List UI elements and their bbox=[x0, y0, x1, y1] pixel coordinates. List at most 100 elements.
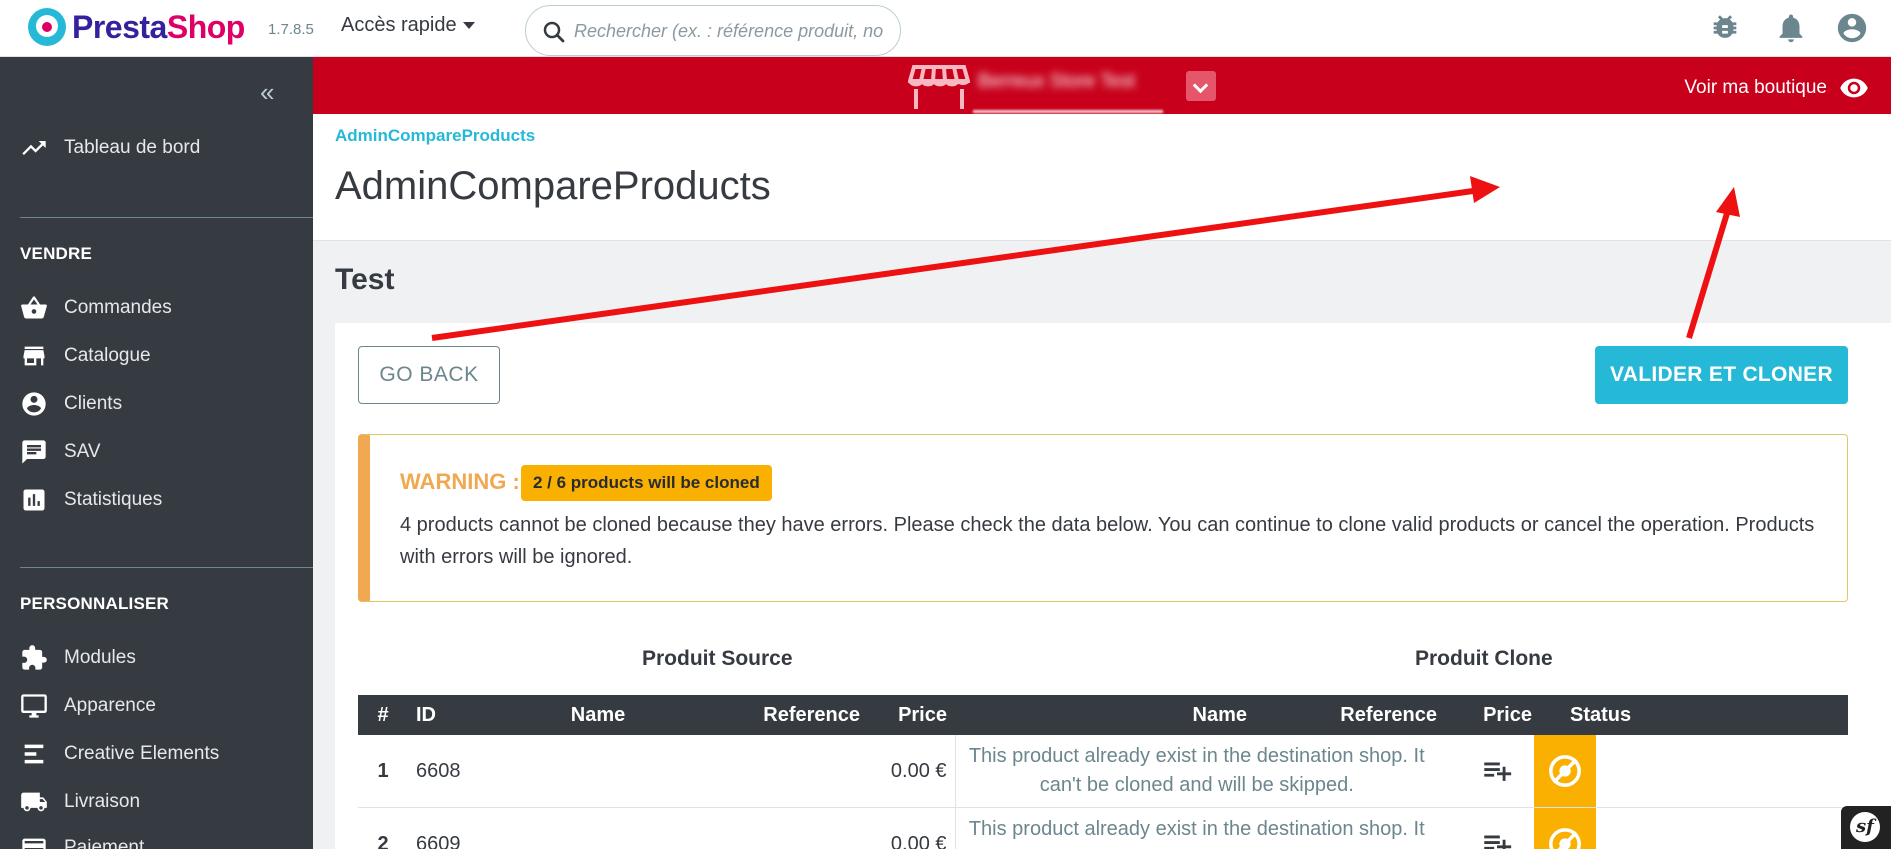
edit-note-icon[interactable] bbox=[1480, 827, 1514, 849]
chat-icon bbox=[22, 440, 46, 464]
clone-error-message: This product already exist in the destin… bbox=[954, 735, 1540, 808]
status-warning-badge bbox=[1534, 735, 1596, 807]
collapse-sidebar-icon[interactable]: « bbox=[260, 77, 274, 108]
visibility-off-icon bbox=[1549, 755, 1581, 787]
breadcrumb[interactable]: AdminCompareProducts bbox=[335, 126, 535, 146]
product-name bbox=[498, 735, 698, 808]
sidebar-item-customers[interactable]: Clients bbox=[20, 390, 122, 418]
sidebar-item-orders[interactable]: Commandes bbox=[20, 294, 172, 322]
truck-icon bbox=[21, 792, 47, 812]
warning-message: 4 products cannot be cloned because they… bbox=[400, 514, 1815, 568]
warning-label: WARNING : bbox=[400, 469, 520, 494]
sidebar-item-stats[interactable]: Statistiques bbox=[20, 486, 162, 514]
product-price: 0.00 € bbox=[868, 807, 955, 849]
search-bar[interactable] bbox=[525, 5, 901, 56]
account-icon[interactable] bbox=[1835, 11, 1869, 45]
status-warning-badge bbox=[1534, 808, 1596, 849]
sidebar-item-label: Creative Elements bbox=[64, 743, 220, 764]
sidebar-item-label: Apparence bbox=[64, 695, 156, 716]
store-icon bbox=[23, 346, 45, 366]
table-row: 1 6608 0.00 € This product already exist… bbox=[358, 735, 1848, 808]
sidebar-item-payment[interactable]: Paiement bbox=[20, 834, 144, 849]
bug-icon[interactable] bbox=[1708, 11, 1742, 45]
caret-down-icon bbox=[462, 22, 475, 30]
status-cell bbox=[1484, 807, 1848, 849]
sidebar-section-sell: VENDRE bbox=[20, 244, 93, 263]
trending-up-icon bbox=[22, 141, 46, 155]
table-row: 2 6609 0.00 € This product already exist… bbox=[358, 807, 1848, 849]
puzzle-icon bbox=[22, 645, 47, 670]
go-back-button[interactable]: GO BACK bbox=[358, 346, 500, 404]
top-header: PrestaShop 1.7.8.5 Accès rapide bbox=[0, 0, 1891, 57]
credit-card-icon bbox=[22, 838, 46, 849]
column-header: Status bbox=[1540, 695, 1848, 735]
shop-context-bar: Berreux Store Test Voir ma boutique bbox=[313, 57, 1891, 114]
warning-alert: WARNING : 2 / 6 products will be cloned … bbox=[358, 434, 1848, 602]
store-name-underline bbox=[973, 110, 1163, 113]
product-reference bbox=[698, 807, 868, 849]
sidebar-item-label: Paiement bbox=[64, 837, 145, 849]
error-text: This product already exist in the destin… bbox=[968, 745, 1425, 796]
sidebar-divider bbox=[20, 217, 313, 218]
sidebar-item-dashboard[interactable]: Tableau de bord bbox=[20, 134, 200, 162]
product-id: 6608 bbox=[408, 735, 498, 808]
prestashop-logo[interactable]: PrestaShop bbox=[28, 8, 245, 46]
sidebar-item-label: Modules bbox=[64, 647, 136, 668]
validate-clone-button[interactable]: VALIDER ET CLONER bbox=[1595, 346, 1848, 404]
page-title: AdminCompareProducts bbox=[335, 164, 771, 208]
store-name: Berreux Store Test bbox=[978, 71, 1136, 92]
column-header: ID bbox=[408, 695, 498, 735]
creative-elements-icon bbox=[24, 744, 44, 764]
sidebar-item-catalog[interactable]: Catalogue bbox=[20, 342, 151, 370]
sidebar-divider bbox=[20, 567, 313, 568]
table-header-row: # ID Name Reference Price Name Reference… bbox=[358, 695, 1848, 735]
sidebar-item-creative-elements[interactable]: Creative Elements bbox=[20, 740, 219, 768]
bell-icon[interactable] bbox=[1774, 11, 1808, 45]
symfony-icon: sf bbox=[1850, 812, 1880, 842]
sidebar-item-label: Livraison bbox=[64, 791, 141, 812]
sidebar-item-label: SAV bbox=[64, 441, 101, 462]
sidebar-item-appearance[interactable]: Apparence bbox=[20, 692, 156, 720]
eye-icon bbox=[1840, 78, 1868, 98]
product-id: 6609 bbox=[408, 807, 498, 849]
source-product-heading: Produit Source bbox=[642, 647, 793, 670]
symfony-debug-toolbar-toggle[interactable]: sf bbox=[1841, 806, 1891, 849]
status-cell bbox=[1484, 735, 1848, 808]
page-header: AdminCompareProducts AdminCompareProduct… bbox=[313, 114, 1891, 241]
clone-count-badge: 2 / 6 products will be cloned bbox=[521, 465, 772, 501]
clone-error-message: This product already exist in the destin… bbox=[954, 807, 1540, 849]
sidebar-item-label: Statistiques bbox=[64, 489, 163, 510]
shop-selector-dropdown[interactable] bbox=[1186, 71, 1216, 101]
view-shop-link[interactable]: Voir ma boutique bbox=[1684, 73, 1869, 103]
edit-note-icon[interactable] bbox=[1480, 754, 1514, 788]
quick-access-label: Accès rapide bbox=[341, 14, 457, 36]
product-reference bbox=[698, 735, 868, 808]
basket-icon bbox=[21, 296, 47, 319]
column-header: Name bbox=[498, 695, 698, 735]
sidebar-item-modules[interactable]: Modules bbox=[20, 644, 136, 672]
column-header: Price bbox=[1445, 695, 1540, 735]
sidebar-section-customize: PERSONNALISER bbox=[20, 594, 170, 613]
clone-product-heading: Produit Clone bbox=[1415, 647, 1553, 670]
row-number: 1 bbox=[358, 735, 408, 808]
search-input[interactable] bbox=[574, 18, 884, 44]
sidebar-item-label: Tableau de bord bbox=[64, 137, 201, 158]
sidebar-item-label: Commandes bbox=[64, 297, 172, 318]
column-header: # bbox=[358, 695, 408, 735]
storefront-icon bbox=[908, 65, 970, 109]
visibility-off-icon bbox=[1549, 828, 1581, 849]
column-header: Price bbox=[868, 695, 955, 735]
compare-products-table: # ID Name Reference Price Name Reference… bbox=[358, 695, 1848, 849]
desktop-icon bbox=[21, 694, 47, 718]
sidebar-item-label: Clients bbox=[64, 393, 123, 414]
product-name bbox=[498, 807, 698, 849]
row-number: 2 bbox=[358, 807, 408, 849]
error-text: This product already exist in the destin… bbox=[968, 818, 1425, 849]
sidebar-item-label: Catalogue bbox=[64, 345, 151, 366]
sidebar: « Tableau de bord VENDRE Commandes Catal… bbox=[0, 57, 313, 849]
quick-access-dropdown[interactable]: Accès rapide bbox=[341, 14, 475, 37]
sidebar-item-shipping[interactable]: Livraison bbox=[20, 788, 140, 816]
search-icon bbox=[543, 21, 565, 43]
sidebar-item-sav[interactable]: SAV bbox=[20, 438, 101, 466]
column-header: Name bbox=[955, 695, 1255, 735]
